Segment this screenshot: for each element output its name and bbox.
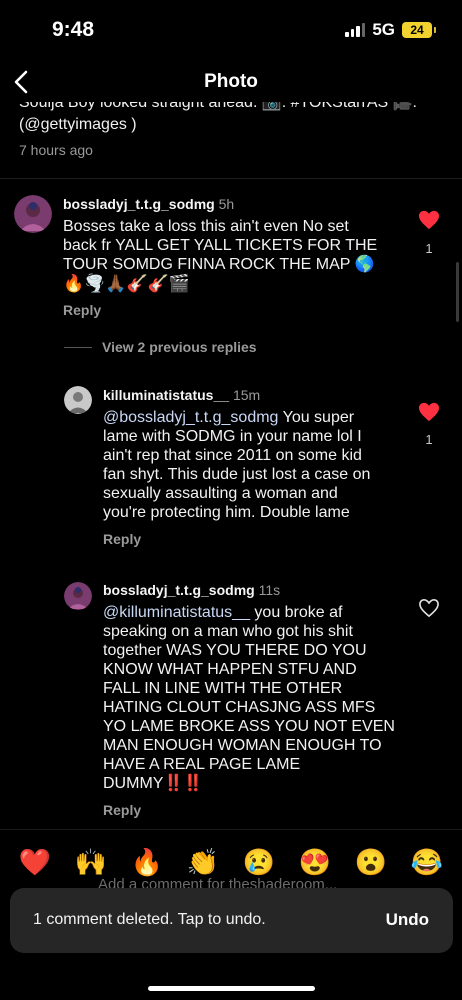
reply-time: 11s [258,582,281,598]
emoji-laughing-button[interactable]: 😂 [410,847,444,878]
emoji-surprised-button[interactable]: 😮 [354,847,388,878]
reply-username[interactable]: bossladyj_t.t.g_sodmg 11s [103,582,280,598]
emoji-fire-button[interactable]: 🔥 [130,847,164,878]
like-count: 1 [425,432,433,447]
undo-toast[interactable]: 1 comment deleted. Tap to undo. Undo [10,888,453,953]
divider [0,829,462,830]
caption-timestamp: 7 hours ago [19,142,93,158]
divider [0,178,462,179]
home-indicator[interactable] [148,986,315,991]
comment-username[interactable]: bossladyj_t.t.g_sodmg 5h [63,196,234,212]
status-time: 9:48 [52,18,95,41]
nav-bar: Photo [0,62,462,102]
avatar[interactable] [64,386,92,414]
cellular-signal-icon [345,23,366,37]
battery-level: 24 [410,23,424,37]
battery-icon: 24 [402,22,436,38]
reply-button[interactable]: Reply [103,802,141,818]
emoji-clap-button[interactable]: 👏 [186,847,220,878]
comment-text: Bosses take a loss this ain't even No se… [63,218,378,293]
reply-time: 15m [232,387,261,403]
comment-time: 5h [218,196,235,212]
emoji-crying-button[interactable]: 😢 [242,847,276,878]
reply-button[interactable]: Reply [103,531,141,547]
like-heart-icon[interactable] [418,210,440,235]
page-title: Photo [204,71,258,92]
caption-clipped-line: Soulja Boy looked straight ahead. 📸: #TO… [19,102,417,111]
mention-link[interactable]: @bossladyj_t.t.g_sodmg [103,409,278,426]
toast-message: 1 comment deleted. Tap to undo. [33,911,266,928]
like-count: 1 [425,241,433,256]
status-bar: 9:48 5G 24 [0,0,462,62]
reply-username[interactable]: killuminatistatus__ 15m [103,387,260,403]
view-previous-replies[interactable]: View 2 previous replies [64,339,257,355]
scrollbar[interactable] [456,262,459,322]
emoji-heart-button[interactable]: ❤️ [18,847,52,878]
undo-button[interactable]: Undo [386,910,429,930]
divider [64,346,92,348]
caption-text: (@gettyimages ) [19,116,137,133]
reply-button[interactable]: Reply [63,302,101,318]
mention-link[interactable]: @killuminatistatus__ [103,604,250,621]
avatar[interactable] [64,582,92,610]
reply-text: @bossladyj_t.t.g_sodmg You super lame wi… [103,409,371,521]
emoji-heart-eyes-button[interactable]: 😍 [298,847,332,878]
avatar[interactable] [14,195,52,233]
like-heart-icon[interactable] [418,402,440,427]
like-heart-outline-icon[interactable] [418,598,440,623]
reply-text: @killuminatistatus__ you broke af speaki… [103,604,395,792]
network-type: 5G [372,20,395,39]
status-icons: 5G 24 [345,20,436,40]
emoji-raised-hands-button[interactable]: 🙌 [74,847,108,878]
